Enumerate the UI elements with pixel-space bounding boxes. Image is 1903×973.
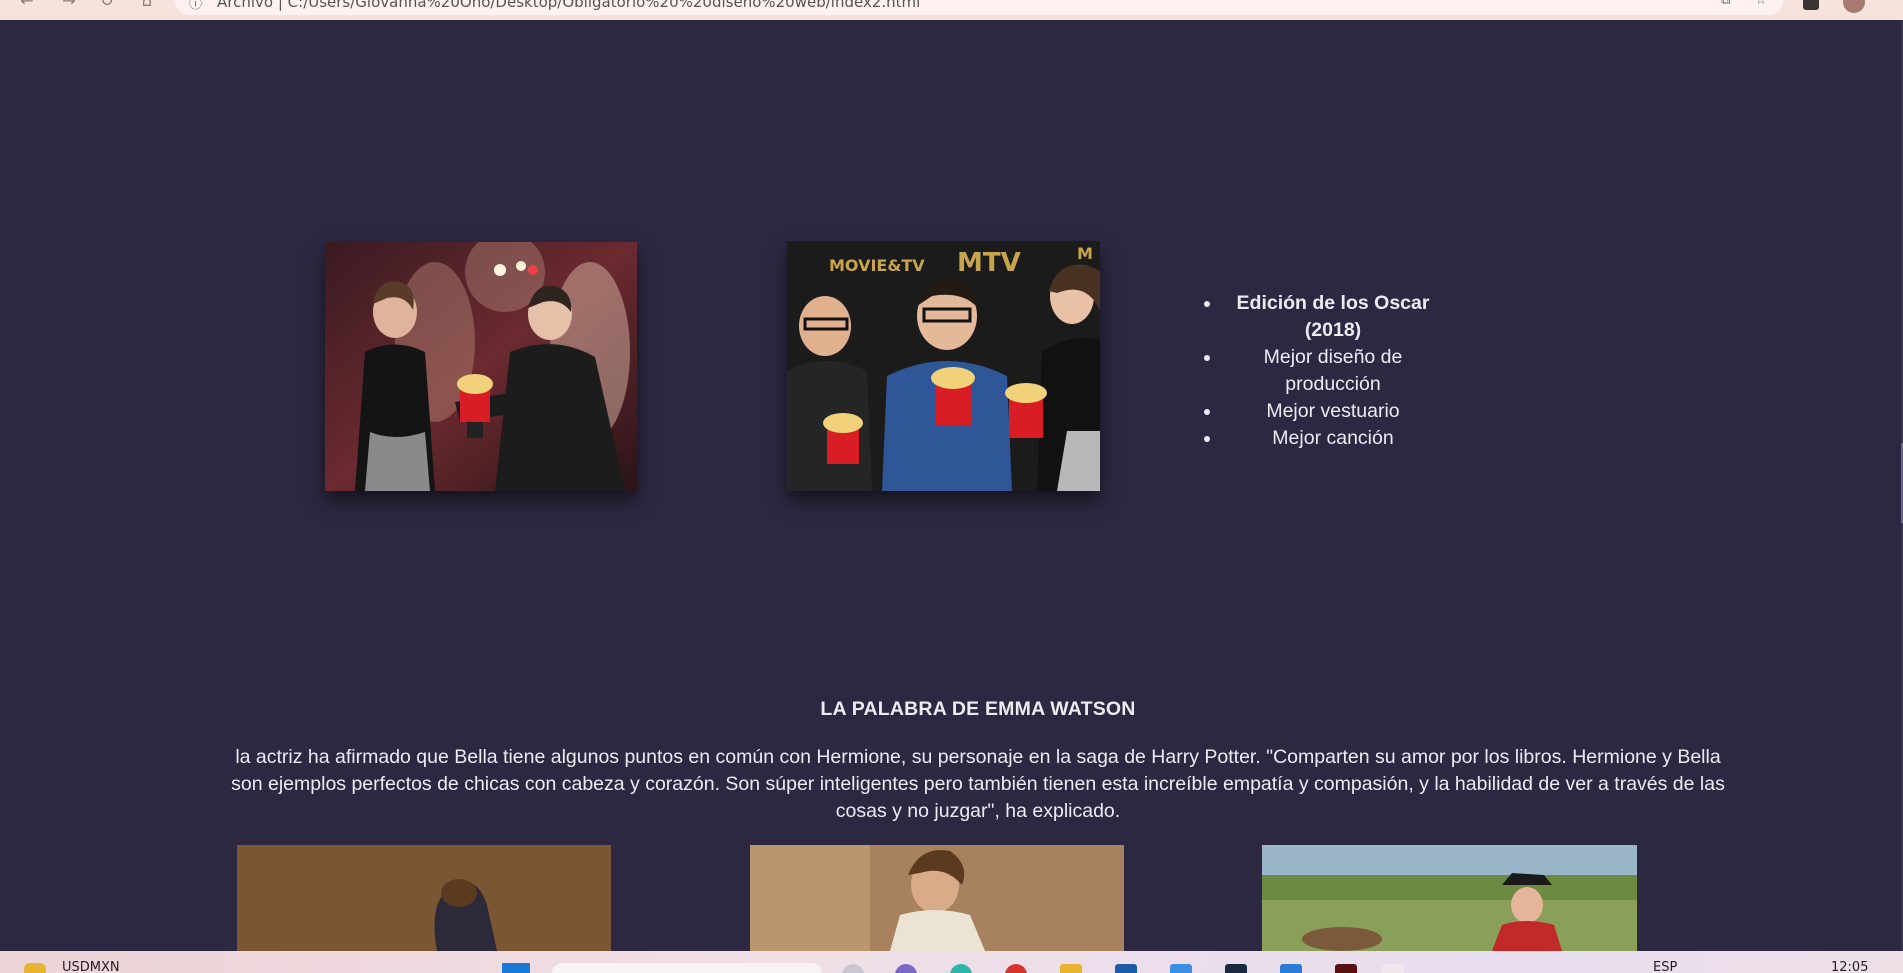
- windows-taskbar: USDMXN ESP 12:05: [0, 951, 1903, 973]
- clock-time[interactable]: 12:05: [1831, 960, 1868, 973]
- list-item: Mejor canción: [1190, 425, 1450, 452]
- profile-avatar[interactable]: [1843, 0, 1865, 13]
- app-icon[interactable]: [1005, 964, 1027, 973]
- windows-start-icon[interactable]: [502, 963, 530, 973]
- list-item: Mejor diseño de producción: [1190, 344, 1450, 398]
- file-icon[interactable]: [842, 964, 864, 973]
- vscode-icon[interactable]: [1280, 964, 1302, 973]
- list-item: Edición de los Oscar (2018): [1190, 290, 1450, 344]
- app-icon[interactable]: [1115, 964, 1137, 973]
- app-icon[interactable]: [1170, 964, 1192, 973]
- section-title: LA PALABRA DE EMMA WATSON: [820, 698, 1136, 720]
- app-icon[interactable]: [1335, 964, 1357, 973]
- back-button[interactable]: ←: [18, 0, 36, 10]
- forward-button[interactable]: →: [60, 0, 78, 10]
- folder-icon[interactable]: [1060, 964, 1082, 973]
- mtv-awards-stage-photo: [325, 242, 637, 491]
- browser-toolbar: ← → ↻ ⌂ ⓘ Archivo | C:/Users/Giovanna%20…: [0, 0, 1903, 20]
- chrome-icon[interactable]: [1382, 964, 1404, 973]
- beast-photo: [237, 845, 611, 951]
- app-icon[interactable]: [1225, 964, 1247, 973]
- app-icon[interactable]: [895, 964, 917, 973]
- stock-ticker[interactable]: USDMXN: [62, 960, 120, 973]
- star-icon[interactable]: ☆: [1755, 0, 1767, 8]
- svg-text:MTV: MTV: [957, 248, 1021, 278]
- reload-button[interactable]: ↻: [98, 0, 116, 10]
- language-indicator[interactable]: ESP: [1653, 960, 1677, 973]
- extensions-icon[interactable]: [1803, 0, 1819, 10]
- list-item: Mejor vestuario: [1190, 398, 1450, 425]
- stocks-icon[interactable]: [24, 963, 46, 973]
- edge-icon[interactable]: [950, 964, 972, 973]
- mtv-awards-winners-photo: MOVIE&TV MTV M: [787, 241, 1100, 491]
- gaston-photo: [1262, 845, 1637, 951]
- svg-text:M: M: [1077, 244, 1093, 263]
- oscar-awards-list: Edición de los Oscar (2018) Mejor diseño…: [1190, 290, 1450, 452]
- belle-photo: [750, 845, 1124, 951]
- section-paragraph: la actriz ha afirmado que Bella tiene al…: [231, 746, 1725, 822]
- address-bar[interactable]: ⓘ Archivo | C:/Users/Giovanna%20Ono/Desk…: [175, 0, 1783, 15]
- address-text: Archivo | C:/Users/Giovanna%20Ono/Deskto…: [217, 0, 921, 11]
- home-icon[interactable]: ⌂: [138, 0, 156, 10]
- info-icon[interactable]: ⓘ: [189, 0, 202, 12]
- svg-text:MOVIE&TV: MOVIE&TV: [829, 256, 925, 275]
- search-input[interactable]: [552, 963, 822, 973]
- install-icon[interactable]: ⧉: [1721, 0, 1730, 8]
